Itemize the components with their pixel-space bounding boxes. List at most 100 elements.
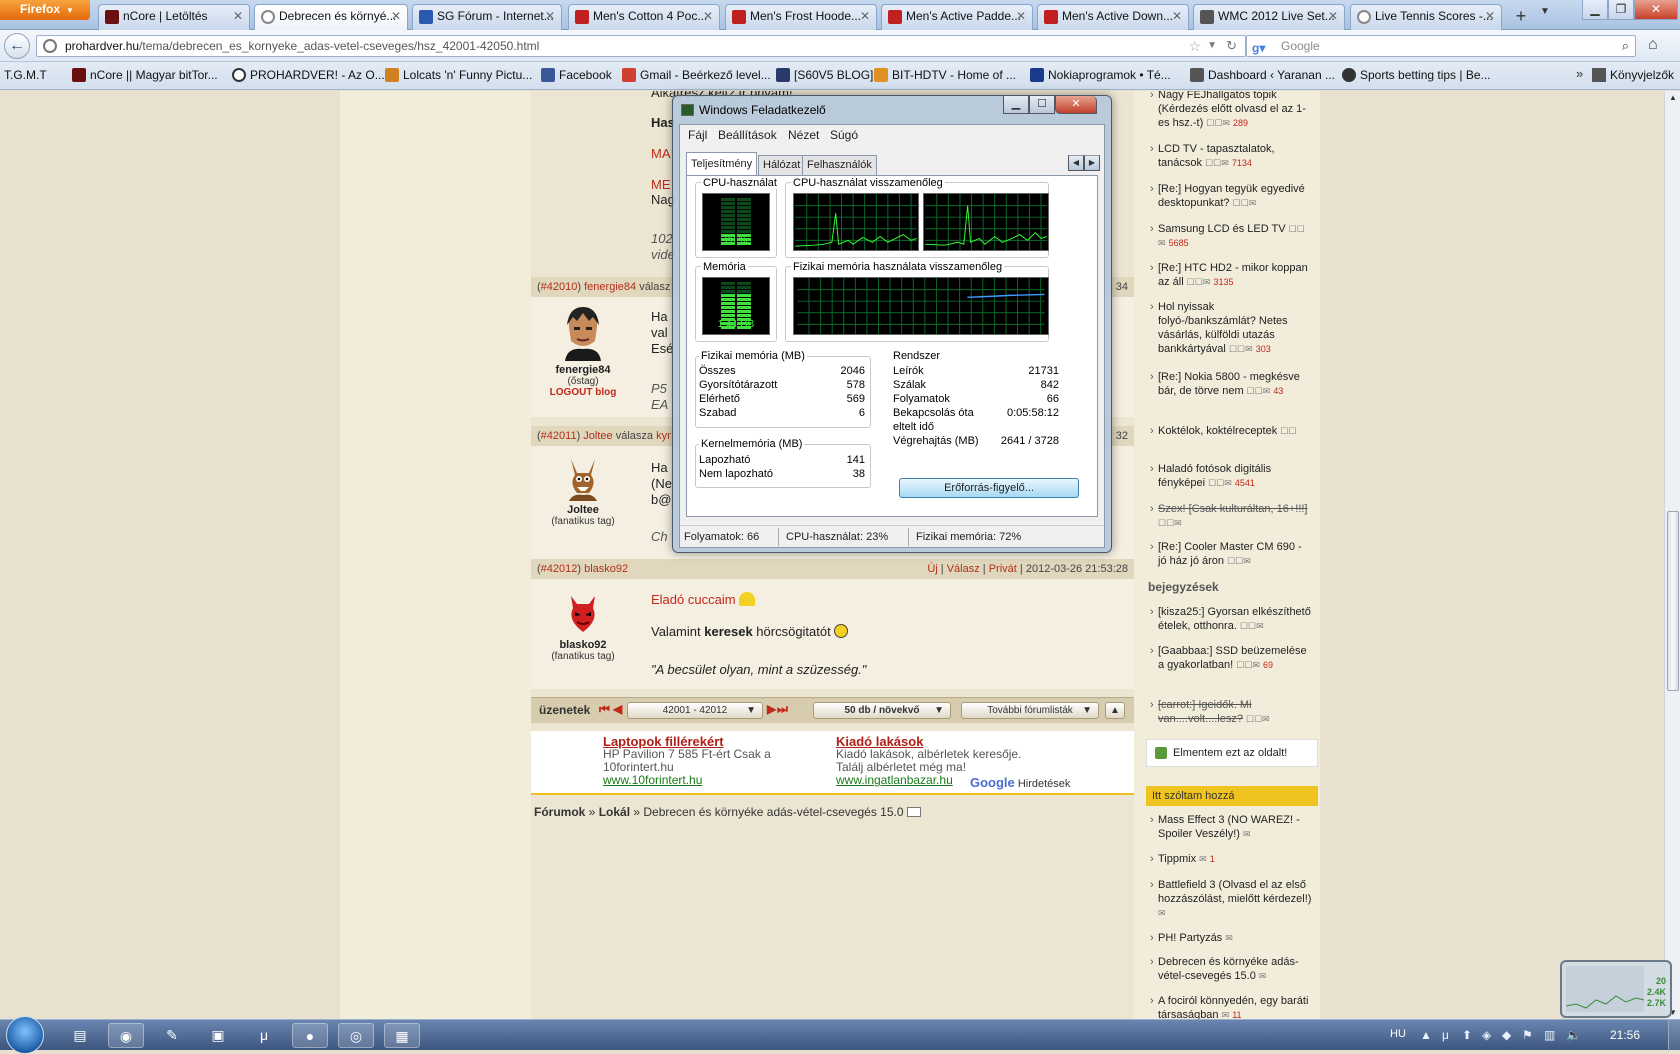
menu-file[interactable]: Fájl xyxy=(688,128,707,142)
sidebar-topic[interactable]: [Re:] HTC HD2 - mikor koppan az áll ☐☐✉ … xyxy=(1150,261,1312,289)
save-page-button[interactable]: Elmentem ezt az oldalt! xyxy=(1146,739,1318,767)
app-tray-icon[interactable]: ◆ xyxy=(1502,1028,1511,1042)
close-icon[interactable]: ✕ xyxy=(545,5,555,27)
tab-7[interactable]: WMC 2012 Live Set... ✕ xyxy=(1193,4,1345,30)
scroll-up-icon[interactable]: ▲ xyxy=(1669,93,1677,102)
sidebar-topic[interactable]: PH! Partyzás ✉ xyxy=(1150,931,1312,945)
shield-icon[interactable]: ◈ xyxy=(1482,1028,1491,1042)
menu-options[interactable]: Beállítások xyxy=(718,128,777,142)
breadcrumb-item[interactable]: Fórumok xyxy=(534,805,585,819)
reload-icon[interactable]: ↻ xyxy=(1226,36,1237,56)
sidebar-topic[interactable]: Battlefield 3 (Olvasd el az első hozzász… xyxy=(1150,878,1312,920)
close-icon[interactable]: ✕ xyxy=(233,5,243,27)
site-identity-icon[interactable] xyxy=(43,39,57,53)
network-meter-gadget[interactable]: 20 2.4K 2.7K xyxy=(1560,960,1672,1018)
close-button[interactable]: ✕ xyxy=(1055,96,1097,114)
page-scrollbar[interactable]: ▲ ▼ xyxy=(1664,91,1680,1019)
restore-button[interactable]: ❐ xyxy=(1608,0,1634,20)
avatar[interactable] xyxy=(563,457,603,501)
bookmark-star-icon[interactable]: ☆ xyxy=(1188,36,1201,56)
close-icon[interactable]: ✕ xyxy=(391,5,401,27)
sidebar-topic[interactable]: [Re:] Nokia 5800 - megkésve bár, de törv… xyxy=(1150,370,1312,398)
breadcrumb-item[interactable]: Debrecen és környéke adás-vétel-csevegés… xyxy=(643,805,903,819)
post-number-link[interactable]: #42012 xyxy=(541,563,578,575)
last-page-icon[interactable]: ⏭ xyxy=(777,702,788,717)
save-icon[interactable]: ▣ xyxy=(200,1023,236,1048)
sidebar-topic[interactable]: Haladó fotósok digitális fényképei ☐☐✉ 4… xyxy=(1150,462,1312,490)
sidebar-entry[interactable]: [Gaabbaa:] SSD beüzemelése a gyakorlatba… xyxy=(1150,644,1312,672)
author-name[interactable]: Joltee xyxy=(528,504,638,516)
close-icon[interactable]: ✕ xyxy=(1328,5,1338,27)
author-name[interactable]: fenergie84 xyxy=(528,364,638,376)
post-number-link[interactable]: #42010 xyxy=(541,281,578,293)
tab-4[interactable]: Men's Frost Hoode... ✕ xyxy=(725,4,877,30)
page-range-select[interactable]: 42001 - 42012 ▼ xyxy=(627,702,763,719)
bookmark-item[interactable]: Facebook xyxy=(541,68,612,82)
new-tab-button[interactable]: + xyxy=(1508,5,1534,29)
minimize-button[interactable]: ▁ xyxy=(1003,96,1029,114)
sidebar-topic[interactable]: Debrecen és környéke adás-vétel-csevegés… xyxy=(1150,955,1312,983)
network-icon[interactable]: ▥ xyxy=(1544,1028,1555,1042)
avatar[interactable] xyxy=(563,307,603,361)
menu-help[interactable]: Súgó xyxy=(830,128,858,142)
sidebar-topic[interactable]: A fociról könnyedén, egy baráti társaság… xyxy=(1150,994,1312,1019)
start-button[interactable] xyxy=(6,1016,44,1054)
reply-link[interactable]: Válasz xyxy=(947,563,980,575)
google-icon[interactable]: g▾ xyxy=(1252,38,1265,58)
author-blog-link[interactable]: LOGOUT blog xyxy=(528,387,638,398)
post-number-link[interactable]: #42011 xyxy=(541,430,577,442)
per-page-select[interactable]: 50 db / növekvő ▼ xyxy=(813,702,951,719)
more-forums-select[interactable]: További fórumlisták ▼ xyxy=(961,702,1099,719)
media-icon[interactable]: ● xyxy=(292,1023,328,1048)
torrent-icon[interactable]: μ xyxy=(246,1023,282,1048)
volume-icon[interactable]: 🔈 xyxy=(1566,1028,1581,1042)
sidebar-topic[interactable]: [Re:] Hogyan tegyük egyedivé desktopunka… xyxy=(1150,182,1312,210)
tab-5[interactable]: Men's Active Padde... ✕ xyxy=(881,4,1033,30)
search-input[interactable]: g▾ Google ⌕ xyxy=(1246,35,1636,57)
private-message-link[interactable]: Privát xyxy=(989,563,1017,575)
close-icon[interactable]: ✕ xyxy=(1485,5,1495,27)
tab-6[interactable]: Men's Active Down... ✕ xyxy=(1037,4,1189,30)
prev-page-icon[interactable]: ◀ xyxy=(613,702,622,716)
tab-networking[interactable]: Hálózat xyxy=(758,155,806,175)
author-name[interactable]: blasko92 xyxy=(528,639,638,651)
tab-users[interactable]: Felhasználók xyxy=(802,155,877,175)
firefox-menu-button[interactable]: Firefox ▼ xyxy=(0,0,90,20)
bookmark-item[interactable]: Dashboard ‹ Yaranan ... xyxy=(1190,68,1335,82)
clock[interactable]: 21:56 xyxy=(1610,1028,1640,1042)
ad-url-link[interactable]: www.10forintert.hu xyxy=(603,774,771,787)
bookmark-item[interactable]: Sports betting tips | Be... xyxy=(1342,68,1491,82)
home-icon[interactable]: ⌂ xyxy=(1648,36,1658,54)
tool-icon[interactable]: ✎ xyxy=(154,1023,190,1048)
tray-expand-icon[interactable]: ▲ xyxy=(1420,1028,1432,1042)
utorrent-tray-icon[interactable]: μ xyxy=(1442,1028,1449,1042)
url-bar[interactable]: prohardver.hu/tema/debrecen_es_kornyeke_… xyxy=(36,35,1246,57)
menu-view[interactable]: Nézet xyxy=(788,128,819,142)
bookmark-item[interactable]: BIT-HDTV - Home of ... xyxy=(874,68,1016,82)
tab-0[interactable]: nCore | Letöltés ✕ xyxy=(98,4,250,30)
sidebar-topic[interactable]: Mass Effect 3 (NO WAREZ! - Spoiler Veszé… xyxy=(1150,813,1312,841)
search-icon[interactable]: ⌕ xyxy=(1622,36,1629,56)
minimize-button[interactable]: ▁ xyxy=(1582,0,1608,20)
reply-to-link[interactable]: kyr xyxy=(656,430,671,442)
tab-performance[interactable]: Teljesítmény xyxy=(686,152,758,176)
post-author-link[interactable]: Joltee xyxy=(583,430,612,442)
bookmark-item[interactable]: Lolcats 'n' Funny Pictu... xyxy=(385,68,532,82)
first-page-icon[interactable]: ⏮ xyxy=(599,702,610,717)
google-ads-label[interactable]: Google Hirdetések xyxy=(970,775,1070,790)
sidebar-entry[interactable]: [kisza25:] Gyorsan elkészíthető ételek, … xyxy=(1150,605,1312,633)
bookmark-item[interactable]: Nokiaprogramok • Té... xyxy=(1030,68,1171,82)
sidebar-topic[interactable]: [Re:] Cooler Master CM 690 - jó ház jó á… xyxy=(1150,540,1312,568)
close-icon[interactable]: ✕ xyxy=(1016,5,1026,27)
chevron-down-icon[interactable]: ▼ xyxy=(1207,36,1217,56)
bookmark-item[interactable]: T.G.M.T xyxy=(4,68,47,82)
sidebar-topic[interactable]: Szex! [Csak kulturáltan, 16+!!!] ☐☐✉ xyxy=(1150,502,1312,530)
tab-scroll-left-icon[interactable]: ◀ xyxy=(1068,155,1084,171)
gadget-icon[interactable]: ◎ xyxy=(338,1023,374,1048)
close-icon[interactable]: ✕ xyxy=(703,5,713,27)
scrollbar-thumb[interactable] xyxy=(1667,511,1679,691)
mail-icon[interactable] xyxy=(906,807,921,817)
avatar[interactable] xyxy=(563,592,603,636)
sidebar-topic[interactable]: LCD TV - tapasztalatok, tanácsok ☐☐✉ 713… xyxy=(1150,142,1312,170)
bookmark-item[interactable]: PROHARDVER! - Az O... xyxy=(232,68,385,82)
